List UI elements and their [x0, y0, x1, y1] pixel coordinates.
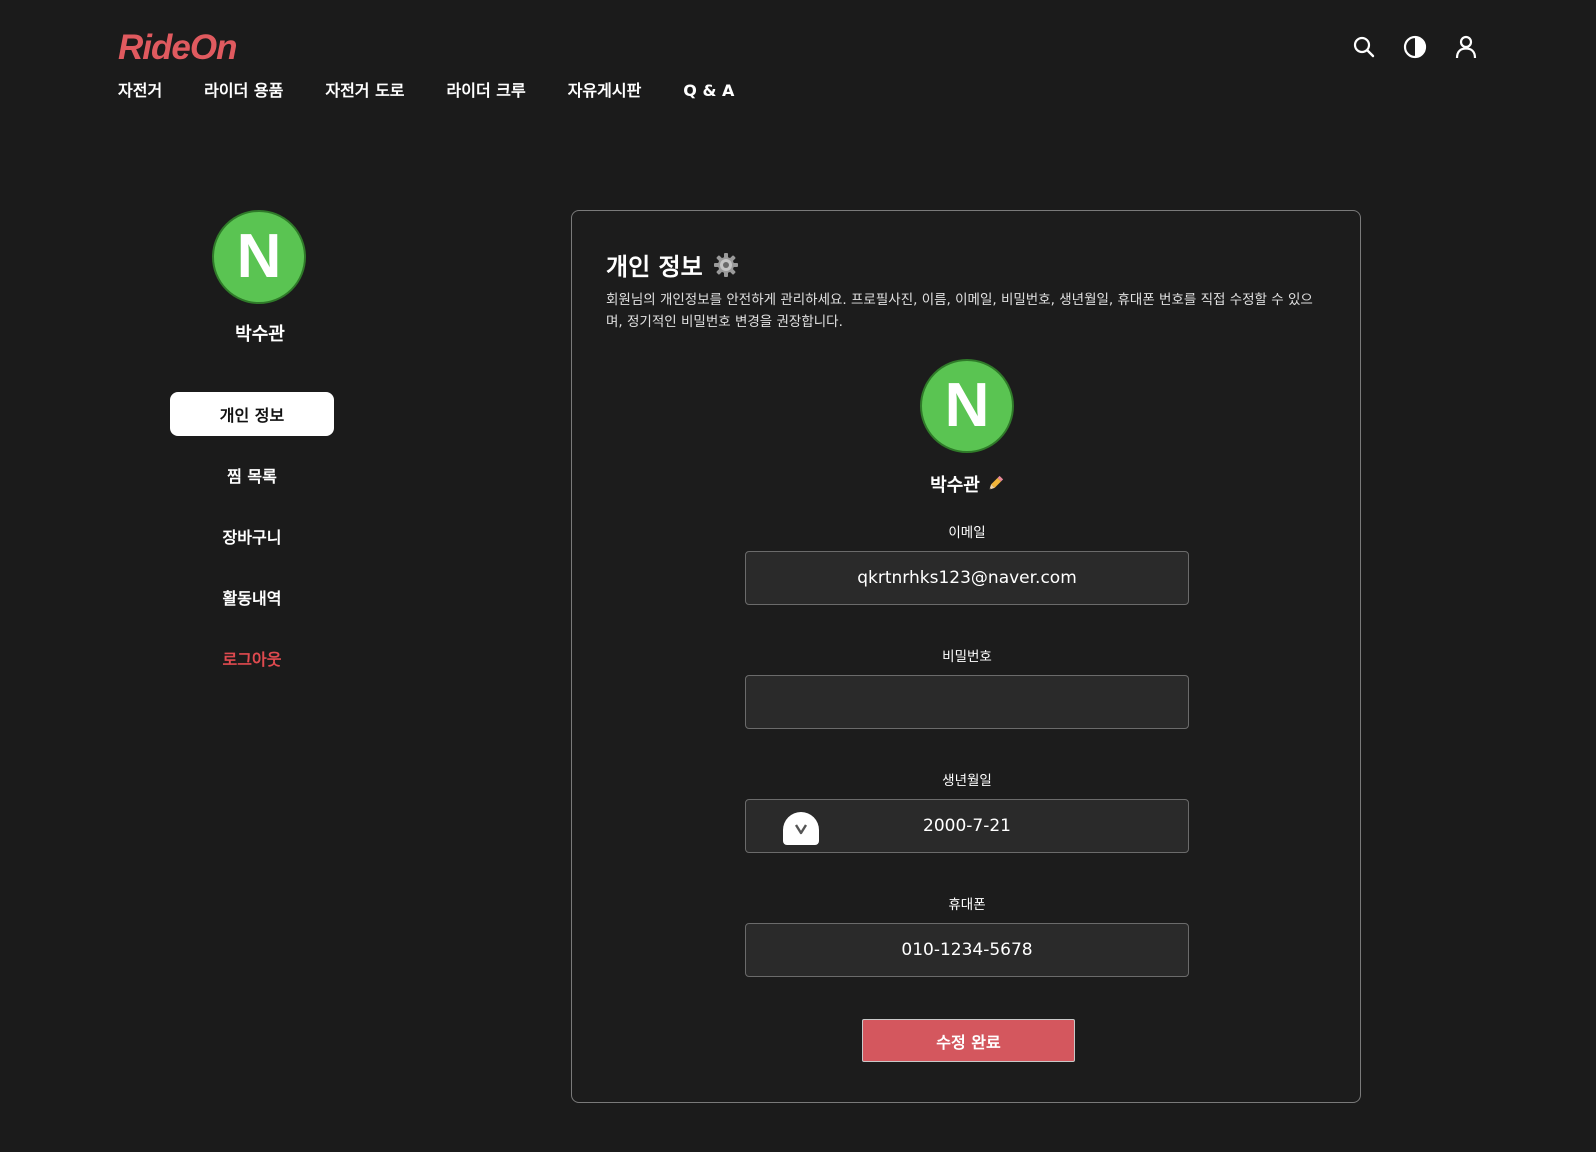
pencil-icon[interactable]: [986, 475, 1004, 493]
password-field-group: 비밀번호: [745, 647, 1189, 729]
nav-item-bicycle[interactable]: 자전거: [118, 80, 162, 102]
birth-box: [745, 799, 1189, 853]
nav-item-qna[interactable]: Q & A: [683, 80, 734, 102]
gear-icon: [713, 252, 739, 278]
profile-name-text: 박수관: [930, 475, 980, 496]
chevron-down-icon: [794, 823, 808, 834]
nav-item-bike-road[interactable]: 자전거 도로: [325, 80, 404, 102]
email-label: 이메일: [948, 525, 986, 541]
sidebar-item-cart[interactable]: 장바구니: [170, 514, 334, 558]
sidebar-item-personal-info[interactable]: 개인 정보: [170, 392, 334, 436]
profile-name: 박수관: [867, 471, 1067, 497]
birth-field-group: 생년월일: [745, 771, 1189, 853]
profile-avatar[interactable]: N: [920, 359, 1014, 453]
password-box: [745, 675, 1189, 729]
email-field[interactable]: [746, 552, 1188, 604]
personal-info-panel: 개인 정보 회원님의 개인정보를 안전하게 관리하세요. 프로필사진, 이름, …: [571, 210, 1361, 1103]
avatar-letter: N: [944, 371, 990, 440]
nav-item-rider-gear[interactable]: 라이더 용품: [204, 80, 283, 102]
sidebar-item-activity[interactable]: 활동내역: [170, 575, 334, 619]
contrast-icon[interactable]: [1401, 32, 1429, 62]
nav-item-free-board[interactable]: 자유게시판: [568, 80, 642, 102]
avatar-letter: N: [236, 222, 282, 291]
email-box: [745, 551, 1189, 605]
phone-box: [745, 923, 1189, 977]
search-icon[interactable]: [1350, 32, 1378, 62]
phone-field-group: 휴대폰: [745, 895, 1189, 977]
phone-field[interactable]: [746, 924, 1188, 976]
logo[interactable]: RideOn: [118, 28, 237, 68]
panel-description: 회원님의 개인정보를 안전하게 관리하세요. 프로필사진, 이름, 이메일, 비…: [606, 292, 1313, 330]
sidebar-user-name: 박수관: [235, 324, 285, 345]
email-field-group: 이메일: [745, 523, 1189, 605]
submit-button[interactable]: 수정 완료: [862, 1019, 1075, 1062]
password-field[interactable]: [746, 676, 1188, 728]
phone-label: 휴대폰: [948, 897, 986, 913]
page: RideOn 자전거 라이더 용품 자전거 도로 라이더 크루 자유게시판 Q …: [0, 0, 1596, 1152]
user-icon[interactable]: [1452, 32, 1480, 62]
birth-label: 생년월일: [942, 773, 992, 789]
main-nav: 자전거 라이더 용품 자전거 도로 라이더 크루 자유게시판 Q & A: [118, 80, 776, 102]
password-label: 비밀번호: [942, 649, 992, 665]
date-picker-toggle[interactable]: [783, 812, 819, 845]
sidebar-menu: 개인 정보 찜 목록 장바구니 활동내역 로그아웃: [170, 392, 334, 697]
nav-item-rider-crew[interactable]: 라이더 크루: [447, 80, 526, 102]
panel-title-text: 개인 정보: [606, 253, 703, 281]
panel-title: 개인 정보: [606, 247, 739, 282]
header-icons: [1350, 32, 1503, 62]
logout-button[interactable]: 로그아웃: [170, 636, 334, 680]
sidebar-item-wishlist[interactable]: 찜 목록: [170, 453, 334, 497]
sidebar-avatar: N: [212, 210, 306, 304]
